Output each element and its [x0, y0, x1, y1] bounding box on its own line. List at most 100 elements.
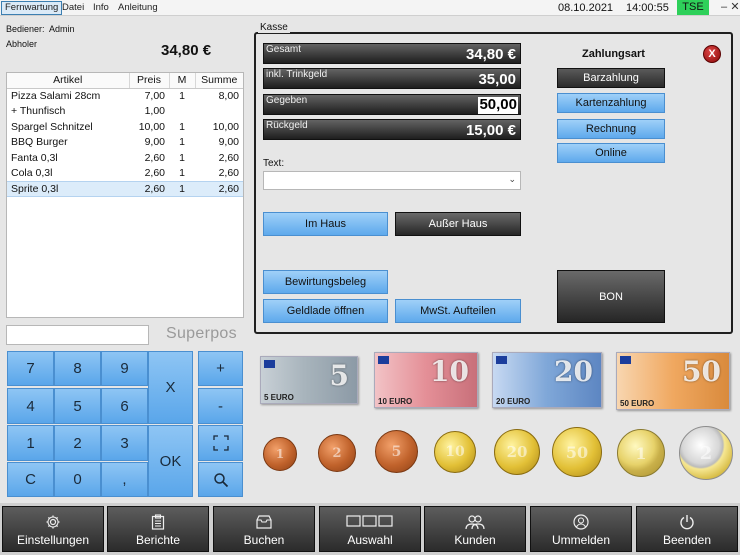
col-artikel[interactable]: Artikel [7, 73, 130, 89]
im-haus-button[interactable]: Im Haus [263, 212, 388, 236]
key-6[interactable]: 6 [101, 388, 148, 424]
power-icon [637, 514, 737, 530]
einstellungen-button[interactable]: Einstellungen [2, 506, 104, 552]
rueckgeld-value: 15,00 € [465, 122, 516, 139]
clipboard-icon [108, 514, 208, 530]
col-preis[interactable]: Preis [129, 73, 170, 89]
key-ok[interactable]: OK [148, 425, 193, 497]
menge-cell: 1 [169, 180, 195, 197]
select-area-button[interactable] [198, 425, 243, 461]
key-5[interactable]: 5 [54, 388, 101, 424]
table-row[interactable]: Spargel Schnitzel 10,00 1 10,00 [7, 119, 243, 135]
table-row[interactable]: BBQ Burger 9,00 1 9,00 [7, 135, 243, 151]
user-switch-icon [531, 514, 631, 530]
banknote-50[interactable]: 50 50 EURO [616, 352, 730, 410]
table-row[interactable]: Sprite 0,3l 2,60 1 2,60 [7, 180, 243, 197]
gegeben-row[interactable]: Gegeben 50,00 [263, 94, 521, 115]
berichte-button[interactable]: Berichte [107, 506, 209, 552]
ummelden-button[interactable]: Ummelden [530, 506, 632, 552]
bon-button[interactable]: BON [557, 270, 665, 323]
preis-cell: 2,60 [129, 180, 169, 197]
key-minus[interactable]: - [198, 388, 243, 424]
menu-datei[interactable]: Datei [59, 1, 87, 15]
artikel-cell: Sprite 0,3l [7, 180, 129, 197]
col-summe[interactable]: Summe [195, 73, 243, 89]
geldlade-button[interactable]: Geldlade öffnen [263, 299, 388, 323]
preis-cell: 7,00 [144, 90, 165, 102]
gesamt-row: Gesamt 34,80 € [263, 43, 521, 64]
search-button[interactable] [198, 462, 243, 497]
gesamt-value: 34,80 € [465, 46, 516, 63]
key-4[interactable]: 4 [7, 388, 54, 424]
close-kasse-button[interactable]: X [703, 45, 721, 63]
key-comma[interactable]: , [101, 462, 148, 497]
coin-2-euro[interactable]: 2 [679, 426, 733, 480]
payment-online[interactable]: Online [557, 143, 665, 163]
coin-1-euro[interactable]: 1 [617, 429, 665, 477]
ausser-haus-button[interactable]: Außer Haus [395, 212, 521, 236]
menu-fernwartung[interactable]: Fernwartung [1, 1, 63, 15]
table-row[interactable]: + Thunfisch 1,00 [7, 104, 243, 120]
banknote-5[interactable]: 5 5 EURO [260, 356, 358, 404]
trinkgeld-row[interactable]: inkl. Trinkgeld 35,00 [263, 68, 521, 89]
menu-info[interactable]: Info [90, 1, 112, 15]
table-row[interactable]: Fanta 0,3l 2,60 1 2,60 [7, 150, 243, 166]
trinkgeld-value: 35,00 [478, 71, 516, 88]
tse-badge: TSE [677, 0, 709, 15]
table-row[interactable]: Pizza Salami 28cm 7,00 1 8,00 [7, 88, 243, 104]
col-m[interactable]: M [169, 73, 196, 89]
coin-1-cent[interactable]: 1 [263, 437, 297, 471]
key-x[interactable]: X [148, 351, 193, 424]
key-1[interactable]: 1 [7, 425, 54, 461]
note-50-value: 50 [682, 355, 721, 388]
key-7[interactable]: 7 [7, 351, 54, 386]
table-row[interactable]: Cola 0,3l 2,60 1 2,60 [7, 166, 243, 182]
beenden-button[interactable]: Beenden [636, 506, 738, 552]
artikel-cell: Pizza Salami 28cm [11, 90, 101, 102]
auswahl-label: Auswahl [347, 533, 393, 547]
key-9[interactable]: 9 [101, 351, 148, 386]
trinkgeld-label: inkl. Trinkgeld [266, 69, 328, 80]
coin-20-cent[interactable]: 20 [494, 429, 540, 475]
coin-10-cent[interactable]: 10 [434, 431, 476, 473]
banknote-20[interactable]: 20 20 EURO [492, 352, 602, 408]
text-select[interactable]: ⌄ [263, 171, 521, 190]
minimize-icon[interactable]: – [719, 0, 729, 14]
key-2[interactable]: 2 [54, 425, 101, 461]
bewirtungsbeleg-button[interactable]: Bewirtungsbeleg [263, 270, 388, 294]
kunden-button[interactable]: Kunden [424, 506, 526, 552]
kunden-label: Kunden [454, 533, 496, 547]
berichte-label: Berichte [135, 533, 181, 547]
menge-cell: 1 [179, 151, 185, 164]
artikel-cell: BBQ Burger [11, 136, 68, 149]
key-3[interactable]: 3 [101, 425, 148, 461]
buchen-button[interactable]: Buchen [213, 506, 315, 552]
payment-kartenzahlung[interactable]: Kartenzahlung [557, 93, 665, 113]
abholer-label[interactable]: Abholer [6, 39, 37, 49]
payment-rechnung[interactable]: Rechnung [557, 119, 665, 139]
date-display: 08.10.2021 [558, 2, 614, 14]
beenden-label: Beenden [662, 533, 712, 547]
users-icon [425, 514, 525, 530]
mwst-aufteilen-button[interactable]: MwSt. Aufteilen [395, 299, 521, 323]
key-plus[interactable]: + [198, 351, 243, 386]
key-clear[interactable]: C [7, 462, 54, 497]
key-0[interactable]: 0 [54, 462, 101, 497]
menu-anleitung[interactable]: Anleitung [115, 1, 161, 15]
note-5-value: 5 [329, 359, 349, 392]
inbox-icon [214, 514, 314, 530]
rueckgeld-row: Rückgeld 15,00 € [263, 119, 521, 140]
key-8[interactable]: 8 [54, 351, 101, 386]
coin-5-cent[interactable]: 5 [375, 430, 418, 473]
coin-2-cent[interactable]: 2 [318, 434, 356, 472]
payment-barzahlung[interactable]: Barzahlung [557, 68, 665, 88]
artikel-cell: Fanta 0,3l [11, 151, 58, 164]
close-icon[interactable]: ✕ [730, 0, 740, 14]
gegeben-input[interactable]: 50,00 [478, 97, 518, 114]
coin-50-cent[interactable]: 50 [552, 427, 602, 477]
menu-bar: Fernwartung Datei Info Anleitung 08.10.2… [0, 0, 740, 16]
banknote-10[interactable]: 10 10 EURO [374, 352, 478, 408]
auswahl-button[interactable]: Auswahl [319, 506, 421, 552]
article-input[interactable] [6, 325, 149, 345]
eu-flag-icon [378, 356, 389, 364]
